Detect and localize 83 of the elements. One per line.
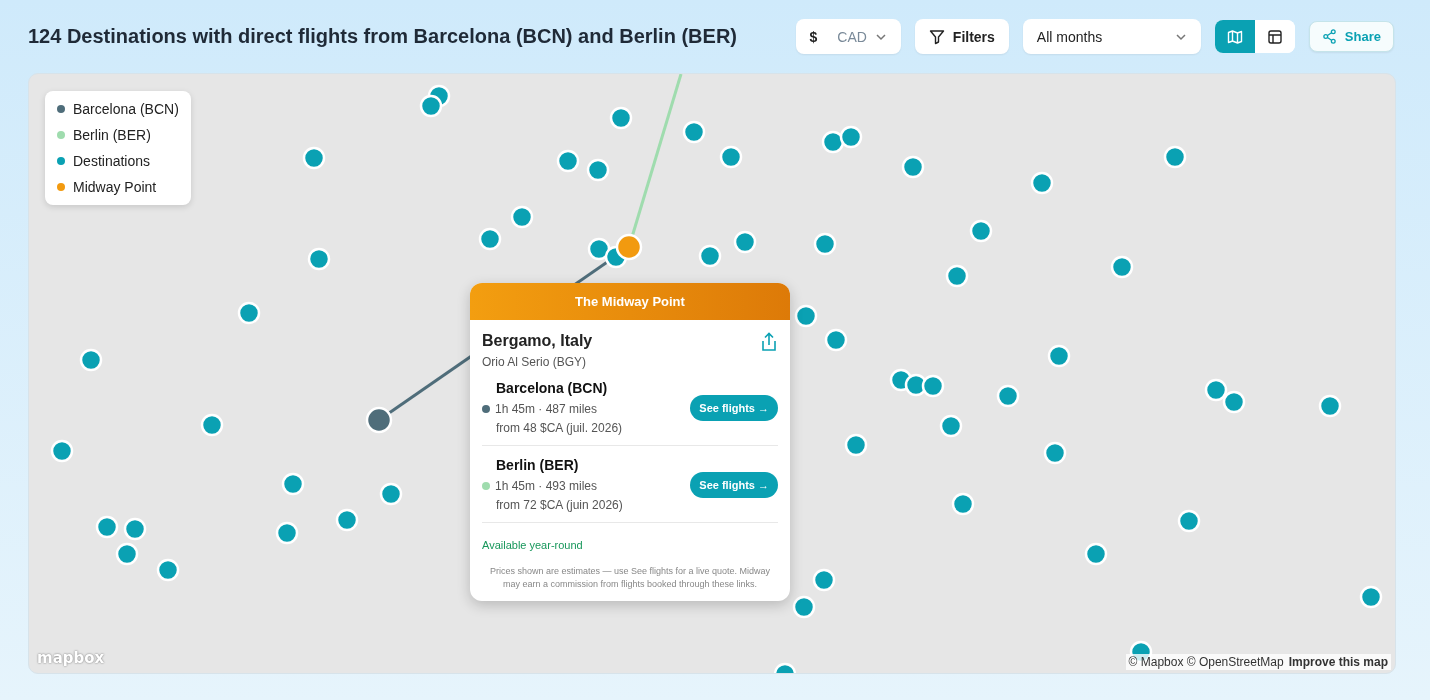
legend-label: Destinations bbox=[73, 153, 151, 169]
filters-button[interactable]: Filters bbox=[914, 19, 1009, 54]
map-view-button[interactable] bbox=[1214, 20, 1255, 53]
destination-pin[interactable] bbox=[1163, 145, 1187, 169]
legend-label: Midway Point bbox=[73, 179, 157, 195]
destination-pin[interactable] bbox=[123, 517, 147, 541]
destination-pin[interactable] bbox=[50, 439, 74, 463]
destination-pin[interactable] bbox=[1222, 390, 1246, 414]
destination-pin[interactable] bbox=[773, 662, 797, 673]
destination-pin[interactable] bbox=[719, 145, 743, 169]
destination-pin[interactable] bbox=[839, 125, 863, 149]
destination-pin[interactable] bbox=[237, 301, 261, 325]
destination-pin[interactable] bbox=[1204, 378, 1228, 402]
destination-pin[interactable] bbox=[510, 205, 534, 229]
destination-pin[interactable] bbox=[821, 130, 845, 154]
map-logo: mapbox bbox=[37, 649, 105, 667]
destination-pin[interactable] bbox=[1084, 542, 1108, 566]
destination-pin[interactable] bbox=[556, 149, 580, 173]
destination-pin[interactable] bbox=[200, 413, 224, 437]
table-icon bbox=[1266, 28, 1283, 45]
destination-pin[interactable] bbox=[307, 247, 331, 271]
destination-pin[interactable] bbox=[95, 515, 119, 539]
improve-map-link[interactable]: Improve this map bbox=[1288, 655, 1388, 669]
page-title: 124 Destinations with direct flights from Barcelona (BCN) and Berlin (BER) bbox=[28, 25, 737, 48]
destination-pin[interactable] bbox=[1318, 394, 1342, 418]
destination-pin[interactable] bbox=[939, 414, 963, 438]
destination-pin[interactable] bbox=[951, 492, 975, 516]
destination-pin[interactable] bbox=[586, 158, 610, 182]
legend-label: Barcelona (BCN) bbox=[73, 101, 179, 117]
destination-pin[interactable] bbox=[812, 568, 836, 592]
legend-label: Berlin (BER) bbox=[73, 127, 151, 143]
destination-pin[interactable] bbox=[478, 227, 502, 251]
destination-pin[interactable] bbox=[281, 472, 305, 496]
destination-pin[interactable] bbox=[156, 558, 180, 582]
destination-pin[interactable] bbox=[1110, 255, 1134, 279]
destination-pin[interactable] bbox=[1359, 585, 1383, 609]
destination-pin[interactable] bbox=[1177, 509, 1201, 533]
filter-icon bbox=[928, 28, 945, 45]
disclaimer-text: Prices shown are estimates — use See flights for a live quote. Midway may earn a commission from flights booked through these links. bbox=[488, 565, 772, 591]
destination-pin[interactable] bbox=[945, 264, 969, 288]
popup-banner: The Midway Point bbox=[470, 283, 790, 320]
months-dropdown[interactable]: All months bbox=[1022, 19, 1201, 54]
destination-pin[interactable] bbox=[79, 348, 103, 372]
flight-price: from 72 $CA (juin 2026) bbox=[496, 498, 623, 512]
destination-pin[interactable] bbox=[901, 155, 925, 179]
destination-pin[interactable] bbox=[1043, 441, 1067, 465]
map-icon bbox=[1226, 28, 1243, 45]
destination-pin[interactable] bbox=[969, 219, 993, 243]
destination-pin[interactable] bbox=[844, 433, 868, 457]
currency-dropdown[interactable]: $ CAD bbox=[795, 19, 901, 54]
destination-pin[interactable] bbox=[1030, 171, 1054, 195]
destination-pin[interactable] bbox=[587, 237, 611, 261]
destination-pin[interactable] bbox=[1047, 344, 1071, 368]
attribution-text: © Mapbox © OpenStreetMap bbox=[1128, 655, 1284, 669]
destination-pin[interactable] bbox=[682, 120, 706, 144]
flight-duration: 1h 45m · 493 miles bbox=[495, 479, 598, 493]
origin-name: Berlin (BER) bbox=[496, 457, 580, 473]
destination-pin[interactable] bbox=[302, 146, 326, 170]
destination-pin[interactable] bbox=[379, 482, 403, 506]
availability-text: Available year-round bbox=[482, 539, 584, 551]
origin-pin[interactable] bbox=[365, 406, 393, 434]
origin-name: Barcelona (BCN) bbox=[496, 380, 609, 396]
destination-pin[interactable] bbox=[609, 106, 633, 130]
share-icon bbox=[1321, 29, 1337, 44]
share-icon[interactable] bbox=[760, 332, 778, 352]
midway-pin[interactable] bbox=[615, 233, 643, 261]
flight-price: from 48 $CA (juil. 2026) bbox=[496, 421, 623, 435]
city-name: Bergamo, Italy bbox=[482, 332, 593, 350]
destination-pin[interactable] bbox=[792, 595, 816, 619]
destination-pin[interactable] bbox=[921, 374, 945, 398]
airport-name: Orio Al Serio (BGY) bbox=[482, 355, 588, 369]
destination-pin[interactable] bbox=[996, 384, 1020, 408]
flight-duration: 1h 45m · 487 miles bbox=[495, 402, 598, 416]
destination-pin[interactable] bbox=[115, 542, 139, 566]
destination-pin[interactable] bbox=[794, 304, 818, 328]
destination-pin[interactable] bbox=[335, 508, 359, 532]
destination-pin[interactable] bbox=[698, 244, 722, 268]
destination-pin[interactable] bbox=[733, 230, 757, 254]
destination-pin[interactable] bbox=[275, 521, 299, 545]
destination-pin[interactable] bbox=[813, 232, 837, 256]
destination-pin[interactable] bbox=[824, 328, 848, 352]
destination-pin[interactable] bbox=[419, 94, 443, 118]
map-background[interactable] bbox=[28, 73, 1396, 674]
